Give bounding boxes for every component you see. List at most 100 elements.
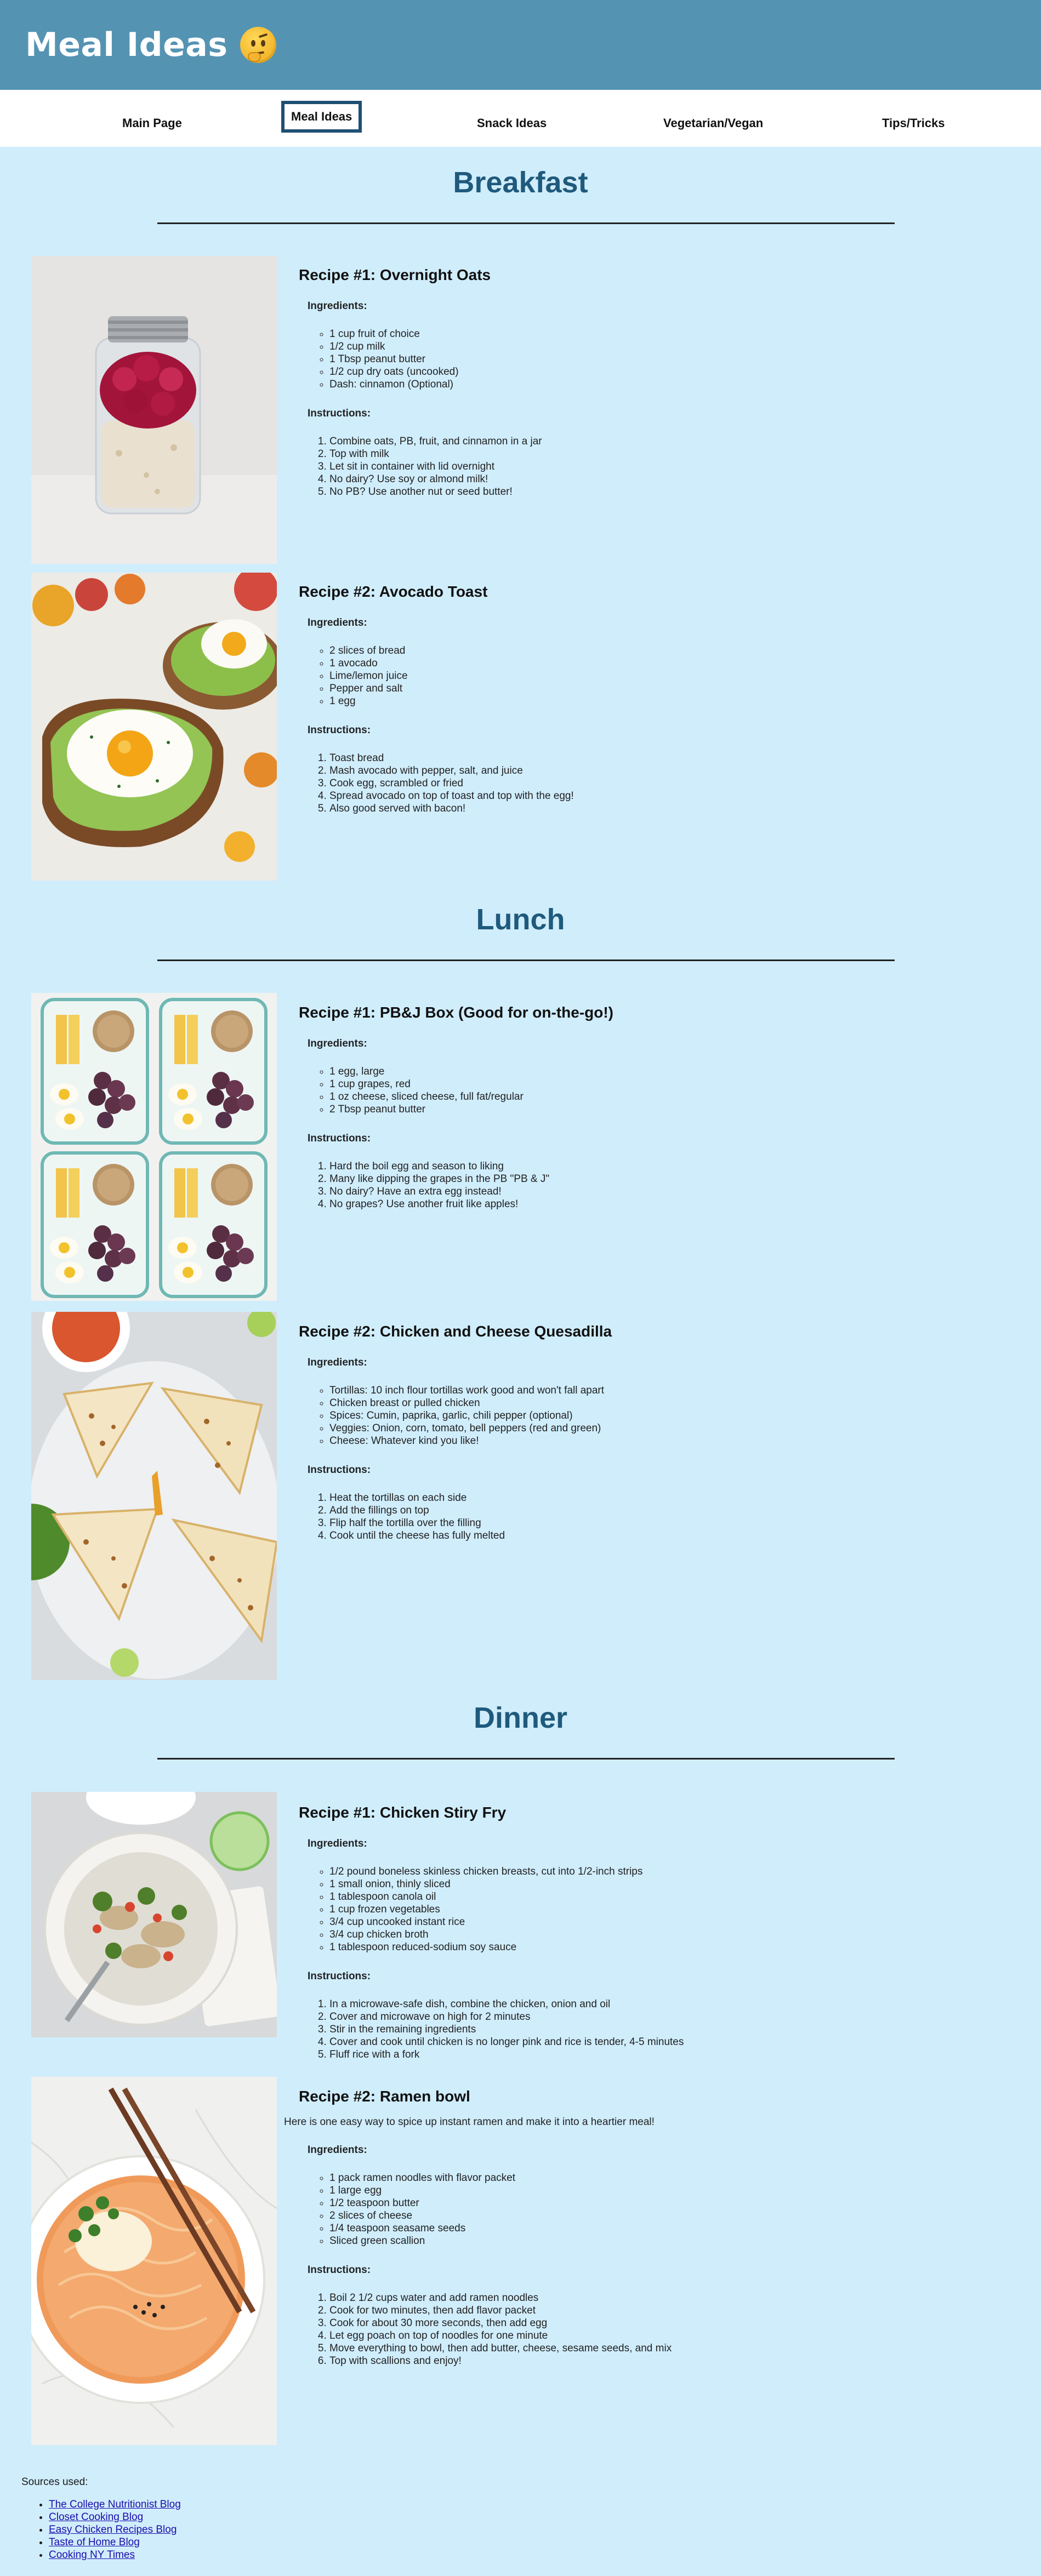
main-nav: Main Page Meal Ideas Snack Ideas Vegetar… — [0, 90, 1041, 147]
list-item: Cook egg, scrambled or fried — [329, 777, 1011, 790]
nav-main-page[interactable]: Main Page — [113, 108, 191, 138]
source-link[interactable]: Easy Chicken Recipes Blog — [49, 2524, 177, 2535]
nav-meal-ideas[interactable]: Meal Ideas — [281, 101, 362, 133]
instructions-heading: Instructions: — [308, 1464, 371, 1476]
list-item: Tortillas: 10 inch flour tortillas work … — [329, 1384, 1011, 1397]
list-item: 1 pack ramen noodles with flavor packet — [329, 2172, 1011, 2184]
list-item: Stir in the remaining ingredients — [329, 2023, 1011, 2036]
overnight-oats-image — [31, 256, 277, 564]
list-item: Also good served with bacon! — [329, 802, 1011, 815]
recipe-overnight-oats: Recipe #1: Overnight Oats Ingredients: 1… — [299, 266, 1011, 498]
recipe-avocado-toast: Recipe #2: Avocado Toast Ingredients: 2 … — [299, 583, 1011, 815]
recipe-title: Recipe #1: Chicken Stiry Fry — [299, 1804, 507, 1821]
ingredients-heading: Ingredients: — [308, 1838, 367, 1849]
list-item: 3/4 cup uncooked instant rice — [329, 1916, 1011, 1928]
section-divider — [157, 222, 895, 224]
ingredients-heading: Ingredients: — [308, 300, 367, 312]
nav-vegetarian-vegan[interactable]: Vegetarian/Vegan — [655, 108, 772, 138]
list-item: Cook for two minutes, then add flavor pa… — [329, 2304, 1011, 2317]
ingredients-heading: Ingredients: — [308, 617, 367, 629]
ramen-bowl-image — [31, 2077, 277, 2445]
list-item: Lime/lemon juice — [329, 670, 1011, 682]
instructions-heading: Instructions: — [308, 408, 371, 419]
list-item: 1 large egg — [329, 2184, 1011, 2197]
list-item: 1 egg, large — [329, 1065, 1011, 1078]
list-item: Fluff rice with a fork — [329, 2048, 1011, 2061]
list-item: Top with milk — [329, 448, 1011, 460]
source-link[interactable]: The College Nutritionist Blog — [49, 2499, 181, 2510]
list-item: Chicken breast or pulled chicken — [329, 1397, 1011, 1409]
list-item: 3/4 cup chicken broth — [329, 1928, 1011, 1941]
thinking-face-icon — [240, 27, 276, 63]
list-item: 1 tablespoon canola oil — [329, 1890, 1011, 1903]
list-item: Veggies: Onion, corn, tomato, bell peppe… — [329, 1422, 1011, 1435]
list-item: Move everything to bowl, then add butter… — [329, 2342, 1011, 2355]
source-link[interactable]: Taste of Home Blog — [49, 2537, 140, 2548]
ingredients-list: 2 slices of bread 1 avocado Lime/lemon j… — [329, 644, 1011, 707]
list-item: No grapes? Use another fruit like apples… — [329, 1198, 1011, 1210]
ingredients-heading: Ingredients: — [308, 1038, 367, 1049]
recipe-title: Recipe #1: PB&J Box (Good for on-the-go!… — [299, 1004, 613, 1021]
list-item: Heat the tortillas on each side — [329, 1492, 1011, 1504]
list-item: 1 Tbsp peanut butter — [329, 353, 1011, 365]
list-item: Combine oats, PB, fruit, and cinnamon in… — [329, 435, 1011, 448]
nav-snack-ideas[interactable]: Snack Ideas — [468, 108, 555, 138]
list-item: Boil 2 1/2 cups water and add ramen nood… — [329, 2292, 1011, 2304]
list-item: Let egg poach on top of noodles for one … — [329, 2329, 1011, 2342]
recipe-intro: Here is one easy way to spice up instant… — [284, 2116, 655, 2128]
pbj-box-image — [31, 993, 277, 1301]
list-item: 1/2 cup dry oats (uncooked) — [329, 365, 1011, 378]
recipe-pbj-box: Recipe #1: PB&J Box (Good for on-the-go!… — [299, 1004, 1011, 1210]
instructions-list: In a microwave-safe dish, combine the ch… — [329, 1998, 1011, 2061]
list-item: 2 slices of cheese — [329, 2209, 1011, 2222]
nav-tips-tricks[interactable]: Tips/Tricks — [873, 108, 954, 138]
list-item: Hard the boil egg and season to liking — [329, 1160, 1011, 1173]
sources-label: Sources used: — [21, 2476, 88, 2488]
ingredients-heading: Ingredients: — [308, 2144, 367, 2156]
list-item: 1/2 cup milk — [329, 340, 1011, 353]
recipe-title: Recipe #1: Overnight Oats — [299, 266, 491, 283]
list-item: 1/4 teaspoon seasame seeds — [329, 2222, 1011, 2235]
list-item: 1/2 teaspoon butter — [329, 2197, 1011, 2209]
list-item: Flip half the tortilla over the filling — [329, 1517, 1011, 1529]
list-item: 2 slices of bread — [329, 644, 1011, 657]
list-item: No PB? Use another nut or seed butter! — [329, 486, 1011, 498]
list-item: 1/2 pound boneless skinless chicken brea… — [329, 1865, 1011, 1878]
avocado-toast-image — [31, 573, 277, 881]
source-link[interactable]: Cooking NY Times — [49, 2549, 135, 2561]
recipe-title: Recipe #2: Chicken and Cheese Quesadilla — [299, 1323, 612, 1340]
list-item: 1 oz cheese, sliced cheese, full fat/reg… — [329, 1090, 1011, 1103]
list-item: No dairy? Have an extra egg instead! — [329, 1185, 1011, 1198]
list-item: Many like dipping the grapes in the PB "… — [329, 1173, 1011, 1185]
list-item: Top with scallions and enjoy! — [329, 2355, 1011, 2367]
recipe-quesadilla: Recipe #2: Chicken and Cheese Quesadilla… — [299, 1323, 1011, 1542]
recipe-title: Recipe #2: Avocado Toast — [299, 583, 488, 600]
instructions-list: Heat the tortillas on each side Add the … — [329, 1492, 1011, 1542]
instructions-list: Boil 2 1/2 cups water and add ramen nood… — [329, 2292, 1011, 2367]
instructions-heading: Instructions: — [308, 1133, 371, 1144]
list-item: No dairy? Use soy or almond milk! — [329, 473, 1011, 486]
list-item: Sliced green scallion — [329, 2235, 1011, 2247]
instructions-list: Combine oats, PB, fruit, and cinnamon in… — [329, 435, 1011, 498]
list-item: 1 tablespoon reduced-sodium soy sauce — [329, 1941, 1011, 1954]
list-item: Cheese: Whatever kind you like! — [329, 1435, 1011, 1447]
list-item: Cook until the cheese has fully melted — [329, 1529, 1011, 1542]
recipe-ramen-bowl: Recipe #2: Ramen bowl Here is one easy w… — [284, 2088, 1011, 2367]
list-item: Mash avocado with pepper, salt, and juic… — [329, 764, 1011, 777]
list-item: Spices: Cumin, paprika, garlic, chili pe… — [329, 1409, 1011, 1422]
ingredients-list: 1 egg, large 1 cup grapes, red 1 oz chee… — [329, 1065, 1011, 1116]
instructions-heading: Instructions: — [308, 2264, 371, 2276]
instructions-list: Hard the boil egg and season to liking M… — [329, 1160, 1011, 1210]
quesadilla-image — [31, 1312, 277, 1680]
list-item: Toast bread — [329, 752, 1011, 764]
source-link[interactable]: Closet Cooking Blog — [49, 2511, 143, 2523]
list-item: Cover and cook until chicken is no longe… — [329, 2036, 1011, 2048]
list-item: 1 small onion, thinly sliced — [329, 1878, 1011, 1890]
list-item: Spread avocado on top of toast and top w… — [329, 790, 1011, 802]
site-title: Meal Ideas — [25, 26, 228, 64]
sources-list: The College Nutritionist Blog Closet Coo… — [49, 2498, 181, 2561]
ingredients-heading: Ingredients: — [308, 1357, 367, 1368]
list-item: Let sit in container with lid overnight — [329, 460, 1011, 473]
list-item: Add the fillings on top — [329, 1504, 1011, 1517]
recipe-title: Recipe #2: Ramen bowl — [299, 2088, 470, 2105]
